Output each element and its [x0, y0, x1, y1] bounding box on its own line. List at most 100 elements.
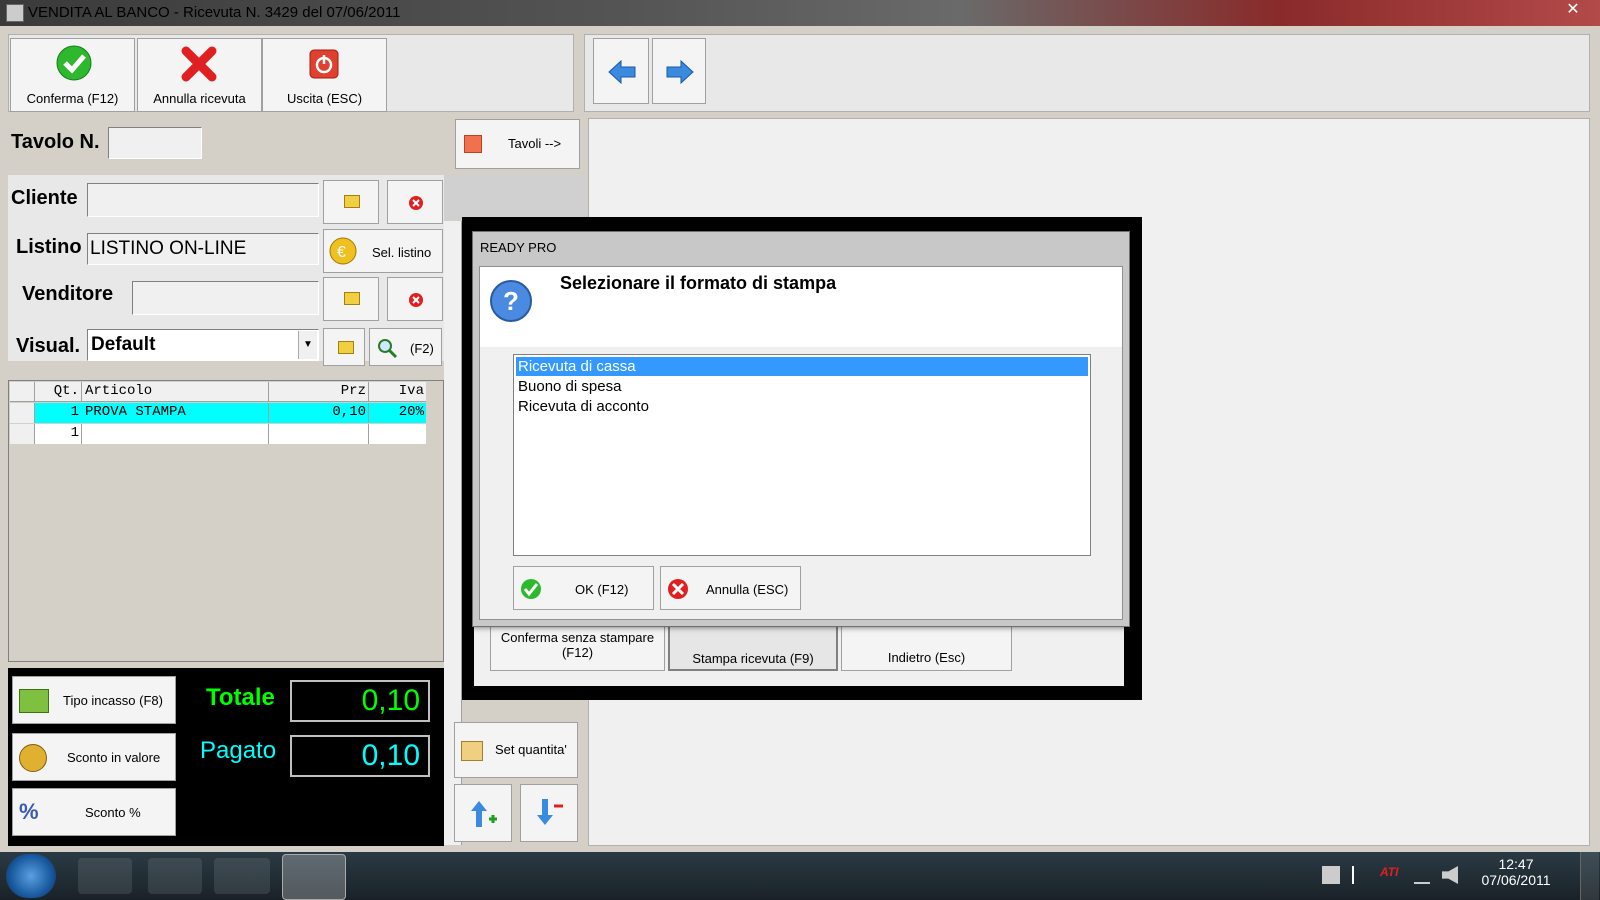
- listino-input[interactable]: LISTINO ON-LINE: [87, 233, 319, 265]
- set-quantity-button[interactable]: Set quantita': [454, 722, 578, 778]
- arrow-down-minus-icon: [537, 799, 563, 825]
- back-button[interactable]: Indietro (Esc): [841, 623, 1012, 671]
- f2-label: (F2): [410, 341, 434, 356]
- discount-percent-button[interactable]: % Sconto %: [12, 788, 176, 836]
- visual-browse-button[interactable]: [323, 328, 365, 366]
- customer-section-gap: [444, 175, 586, 219]
- print-format-list[interactable]: Ricevuta di cassa Buono di spesa Ricevut…: [513, 354, 1091, 556]
- list-item[interactable]: Ricevuta di cassa: [516, 357, 1088, 376]
- app-icon: [6, 4, 24, 22]
- venditore-label: Venditore: [22, 283, 114, 305]
- ready-pro-taskbar-icon[interactable]: [282, 854, 346, 900]
- grid-header-corner: [10, 382, 35, 402]
- arrow-left-icon: [608, 59, 636, 85]
- table-icon: [464, 135, 482, 153]
- clock[interactable]: 12:47 07/06/2011: [1476, 856, 1556, 888]
- next-button[interactable]: [652, 38, 706, 104]
- flag-icon[interactable]: [1352, 866, 1370, 884]
- cliente-browse-button[interactable]: [323, 180, 379, 224]
- move-up-add-button[interactable]: [454, 784, 512, 842]
- money-icon: [19, 689, 49, 713]
- payment-type-label: Tipo incasso (F8): [63, 693, 163, 708]
- visual-select[interactable]: Default ▼: [87, 329, 319, 361]
- confirm-button[interactable]: Conferma (F12): [10, 38, 135, 112]
- cancel-receipt-button[interactable]: Annulla ricevuta: [137, 38, 262, 112]
- move-down-remove-button[interactable]: [520, 784, 578, 842]
- tavoli-label: Tavoli -->: [508, 136, 562, 151]
- discount-value-label: Sconto in valore: [67, 750, 161, 765]
- col-header-vat[interactable]: Iva: [370, 383, 424, 399]
- discount-value-button[interactable]: Sconto in valore: [12, 733, 176, 781]
- start-button[interactable]: [6, 854, 56, 898]
- network-icon[interactable]: [1322, 866, 1340, 884]
- tavoli-button[interactable]: Tavoli -->: [455, 119, 580, 169]
- set-quantity-label: Set quantita': [495, 742, 567, 757]
- table-row[interactable]: 1 PROVA STAMPA 0,10 20%: [10, 403, 426, 423]
- arrow-up-plus-icon: [471, 801, 497, 827]
- col-header-price[interactable]: Prz: [270, 383, 366, 399]
- grid-header: Qt. Articolo Prz Iva: [10, 382, 426, 402]
- exit-button[interactable]: Uscita (ESC): [262, 38, 387, 112]
- venditore-clear-button[interactable]: [387, 277, 443, 321]
- window-titlebar: VENDITA AL BANCO - Ricevuta N. 3429 del …: [0, 0, 1600, 26]
- cancel-button[interactable]: Annulla (ESC): [660, 566, 801, 610]
- payment-type-button[interactable]: Tipo incasso (F8): [12, 676, 176, 724]
- check-icon: [521, 579, 541, 599]
- confirm-without-print-button[interactable]: Conferma senza stampare (F12): [490, 623, 665, 671]
- ok-button[interactable]: OK (F12): [513, 566, 654, 610]
- money-bag-icon: [19, 744, 47, 772]
- select-listino-button[interactable]: € Sel. listino: [323, 229, 443, 273]
- cliente-clear-button[interactable]: [387, 180, 443, 224]
- cliente-input[interactable]: [87, 183, 319, 217]
- ati-icon[interactable]: ATI: [1380, 865, 1398, 879]
- cell-article[interactable]: PROVA STAMPA: [85, 404, 186, 420]
- dialog-question: Selezionare il formato di stampa: [560, 273, 837, 293]
- discount-percent-label: Sconto %: [85, 805, 141, 820]
- cancel-receipt-label: Annulla ricevuta: [153, 91, 246, 106]
- nav-toolbar: [584, 34, 1590, 112]
- dialog-title: READY PRO: [480, 240, 557, 255]
- folder-icon: [338, 341, 354, 354]
- listino-label: Listino: [16, 236, 82, 258]
- volume-icon[interactable]: [1442, 866, 1458, 884]
- list-item[interactable]: Ricevuta di acconto: [516, 397, 1088, 416]
- visual-label: Visual.: [16, 335, 81, 357]
- close-window-button[interactable]: ✕: [1556, 0, 1590, 22]
- clock-date: 07/06/2011: [1481, 872, 1551, 888]
- col-header-qty[interactable]: Qt.: [35, 383, 79, 399]
- arrow-right-icon: [666, 59, 694, 85]
- col-header-article[interactable]: Articolo: [85, 383, 152, 399]
- venditore-input[interactable]: [132, 281, 319, 315]
- ie-icon[interactable]: [78, 858, 132, 894]
- window-title: VENDITA AL BANCO - Ricevuta N. 3429 del …: [28, 4, 401, 21]
- grid-plus-icon: [461, 741, 483, 761]
- cell-qty[interactable]: 1: [35, 425, 79, 441]
- list-item[interactable]: Buono di spesa: [516, 377, 1088, 396]
- taskbar-pinned: [72, 854, 208, 898]
- select-listino-label: Sel. listino: [372, 245, 432, 260]
- totale-display: 0,10: [290, 680, 430, 722]
- check-icon: [56, 45, 92, 81]
- dropdown-arrow-icon[interactable]: ▼: [298, 331, 317, 359]
- signal-icon[interactable]: [1414, 868, 1430, 884]
- cancel-icon: [668, 579, 688, 599]
- search-f2-button[interactable]: (F2): [369, 328, 442, 366]
- tavolo-input[interactable]: [108, 127, 202, 159]
- folder-icon: [344, 195, 360, 208]
- cancel-label: Annulla (ESC): [706, 582, 789, 597]
- cell-vat[interactable]: 20%: [370, 404, 424, 420]
- print-receipt-button[interactable]: Stampa ricevuta (F9): [668, 623, 838, 671]
- exit-label: Uscita (ESC): [286, 91, 363, 106]
- power-icon: [309, 49, 339, 79]
- tavolo-label: Tavolo N.: [11, 131, 100, 153]
- svg-text:?: ?: [503, 286, 519, 316]
- show-desktop-button[interactable]: [1580, 852, 1599, 900]
- venditore-browse-button[interactable]: [323, 277, 379, 321]
- media-player-icon[interactable]: [214, 858, 270, 894]
- cell-qty[interactable]: 1: [35, 404, 79, 420]
- cell-price[interactable]: 0,10: [270, 404, 366, 420]
- folder-icon[interactable]: [148, 858, 202, 894]
- previous-button[interactable]: [593, 38, 649, 104]
- clock-time: 12:47: [1498, 856, 1534, 872]
- table-row[interactable]: 1: [10, 424, 426, 444]
